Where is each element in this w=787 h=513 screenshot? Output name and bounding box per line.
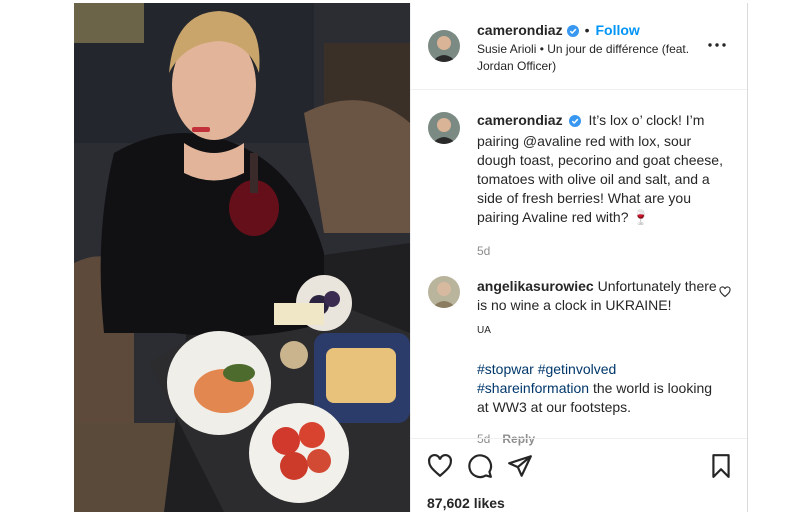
follow-button[interactable]: Follow (596, 22, 640, 38)
commenter-username[interactable]: angelikasurowiec (477, 278, 594, 294)
verified-badge-icon (566, 23, 579, 43)
caption-avatar[interactable] (428, 112, 460, 144)
hashtag-link[interactable]: #stopwar (477, 361, 534, 377)
hashtag-link[interactable]: #shareinformation (477, 380, 589, 396)
paper-plane-icon[interactable] (507, 453, 533, 479)
header-title-row: camerondiaz • Follow (477, 20, 640, 40)
comment-icon[interactable] (467, 453, 493, 479)
caption-username[interactable]: camerondiaz (477, 112, 563, 128)
post-caption: camerondiaz It’s lox o’ clock! I’m pairi… (477, 111, 729, 261)
comment: angelikasurowiec Unfortunately there is … (477, 277, 722, 449)
verified-badge-icon (568, 113, 581, 132)
post-photo[interactable] (74, 3, 410, 512)
caption-text: It’s lox o’ clock! I’m pairing @avaline … (477, 112, 723, 225)
separator-dot: • (584, 22, 590, 38)
hashtag-link[interactable]: #getinvolved (538, 361, 617, 377)
comment-like-heart-icon[interactable] (719, 285, 731, 298)
post-header: camerondiaz • Follow Susie Arioli • Un jou… (411, 3, 747, 90)
more-options-icon[interactable] (705, 35, 729, 55)
post-username[interactable]: camerondiaz (477, 22, 563, 38)
avatar[interactable] (428, 30, 460, 62)
comment-hashtags: #stopwar #getinvolved #shareinformation … (477, 360, 722, 417)
post-actions: 87,602 likes (411, 438, 747, 513)
caption-timestamp[interactable]: 5d (477, 242, 729, 261)
heart-icon[interactable] (427, 453, 453, 479)
commenter-avatar[interactable] (428, 276, 460, 308)
post-detail-panel: camerondiaz • Follow Susie Arioli • Un jou… (410, 3, 748, 512)
photo-illustration (74, 3, 410, 512)
bookmark-icon[interactable] (708, 453, 734, 479)
comment-flag: UA (477, 325, 491, 336)
audio-label[interactable]: Susie Arioli • Un jour de différence (fe… (477, 41, 697, 75)
likes-count[interactable]: 87,602 likes (427, 495, 505, 511)
